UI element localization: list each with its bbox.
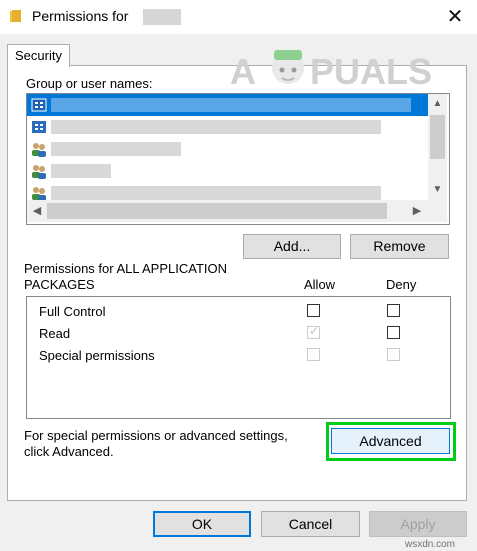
redacted-group-name (51, 142, 181, 156)
ok-button[interactable]: OK (153, 511, 251, 537)
horizontal-scroll-thumb[interactable] (47, 203, 387, 219)
full-control-allow-checkbox[interactable] (307, 304, 320, 317)
user-group-icon (32, 143, 46, 157)
scroll-right-icon[interactable]: ▶ (408, 201, 426, 221)
close-icon[interactable]: ✕ (442, 6, 468, 28)
read-allow-checkbox[interactable]: ✓ (307, 324, 320, 339)
advanced-button[interactable]: Advanced (331, 428, 450, 454)
redacted-group-name (51, 98, 411, 112)
checkmark-icon: ✓ (309, 324, 320, 338)
tab-security[interactable]: Security (7, 44, 70, 67)
folder-icon (10, 10, 21, 22)
user-group-icon (32, 187, 46, 201)
scroll-corner (428, 200, 447, 222)
app-package-icon (32, 121, 46, 133)
deny-column-header: Deny (386, 277, 417, 292)
permission-special-label: Special permissions (39, 348, 155, 363)
full-control-deny-checkbox[interactable] (387, 304, 400, 317)
permissions-title: Permissions for ALL APPLICATION PACKAGES (24, 261, 228, 292)
watermark-text-left: A (230, 51, 256, 92)
app-package-icon (31, 98, 47, 112)
list-item[interactable] (27, 160, 429, 182)
add-button[interactable]: Add... (243, 234, 341, 259)
redacted-group-name (51, 120, 381, 134)
vertical-scroll-thumb[interactable] (430, 115, 445, 159)
allow-column-header: Allow (304, 277, 336, 292)
special-deny-checkbox[interactable] (387, 348, 400, 361)
scroll-down-icon[interactable]: ▼ (430, 181, 445, 199)
site-watermark: wsxdn.com (405, 539, 456, 550)
redacted-file-name (143, 9, 181, 25)
apply-button[interactable]: Apply (369, 511, 467, 537)
watermark-logo: A PUALS (230, 50, 432, 92)
user-group-icon (32, 165, 46, 179)
cancel-button[interactable]: Cancel (261, 511, 360, 537)
permission-read-label: Read (39, 326, 71, 341)
redacted-group-name (51, 186, 381, 200)
list-item[interactable] (27, 138, 429, 160)
remove-button[interactable]: Remove (350, 234, 449, 259)
watermark-text-right: PUALS (310, 51, 432, 92)
list-item[interactable] (27, 116, 429, 138)
scroll-left-icon[interactable]: ◀ (28, 201, 46, 221)
advanced-hint-text: For special permissions or advanced sett… (24, 428, 288, 459)
group-list-label: Group or user names: (26, 76, 153, 91)
scroll-up-icon[interactable]: ▲ (430, 95, 445, 113)
permission-full-control-label: Full Control (39, 304, 106, 319)
read-deny-checkbox[interactable] (387, 326, 400, 339)
tab-security-label: Security (15, 48, 62, 63)
window-title: Permissions for (32, 8, 129, 24)
special-allow-checkbox[interactable] (307, 348, 320, 361)
list-item[interactable] (27, 94, 429, 116)
redacted-group-name (51, 164, 111, 178)
